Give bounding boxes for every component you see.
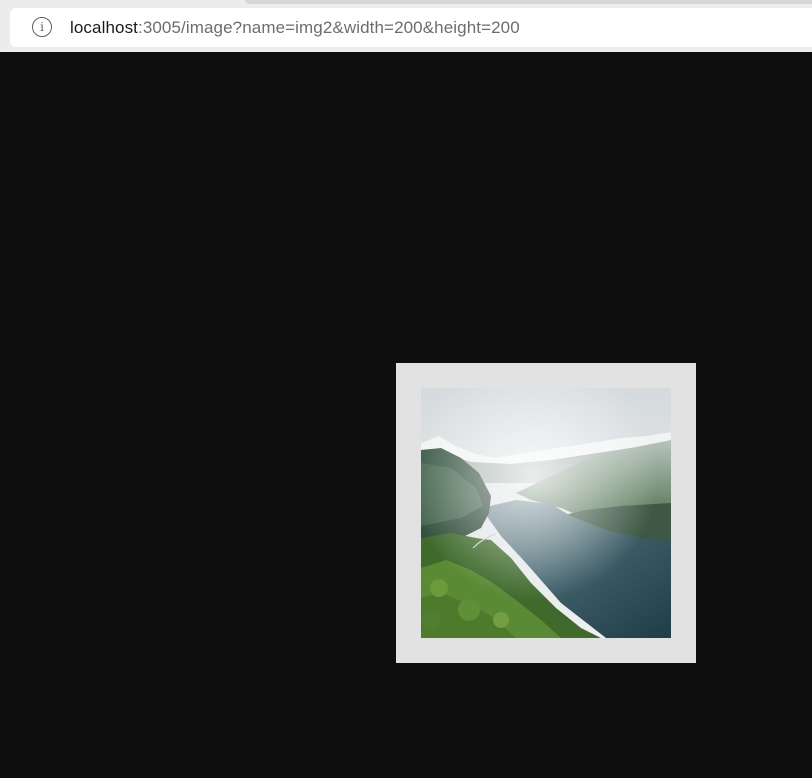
browser-toolbar: i localhost:3005/image?name=img2&width=2… [0,0,812,52]
url-text[interactable]: localhost:3005/image?name=img2&width=200… [70,18,520,38]
url-host: localhost [70,18,138,37]
info-icon[interactable]: i [32,17,52,37]
url-path: :3005/image?name=img2&width=200&height=2… [138,18,520,37]
fjord-landscape-image [421,388,671,638]
fjord-landscape-photo [421,388,671,638]
page-viewport [0,52,812,778]
image-frame [396,363,696,663]
address-bar[interactable]: i localhost:3005/image?name=img2&width=2… [10,8,812,47]
tab-strip [245,0,812,4]
